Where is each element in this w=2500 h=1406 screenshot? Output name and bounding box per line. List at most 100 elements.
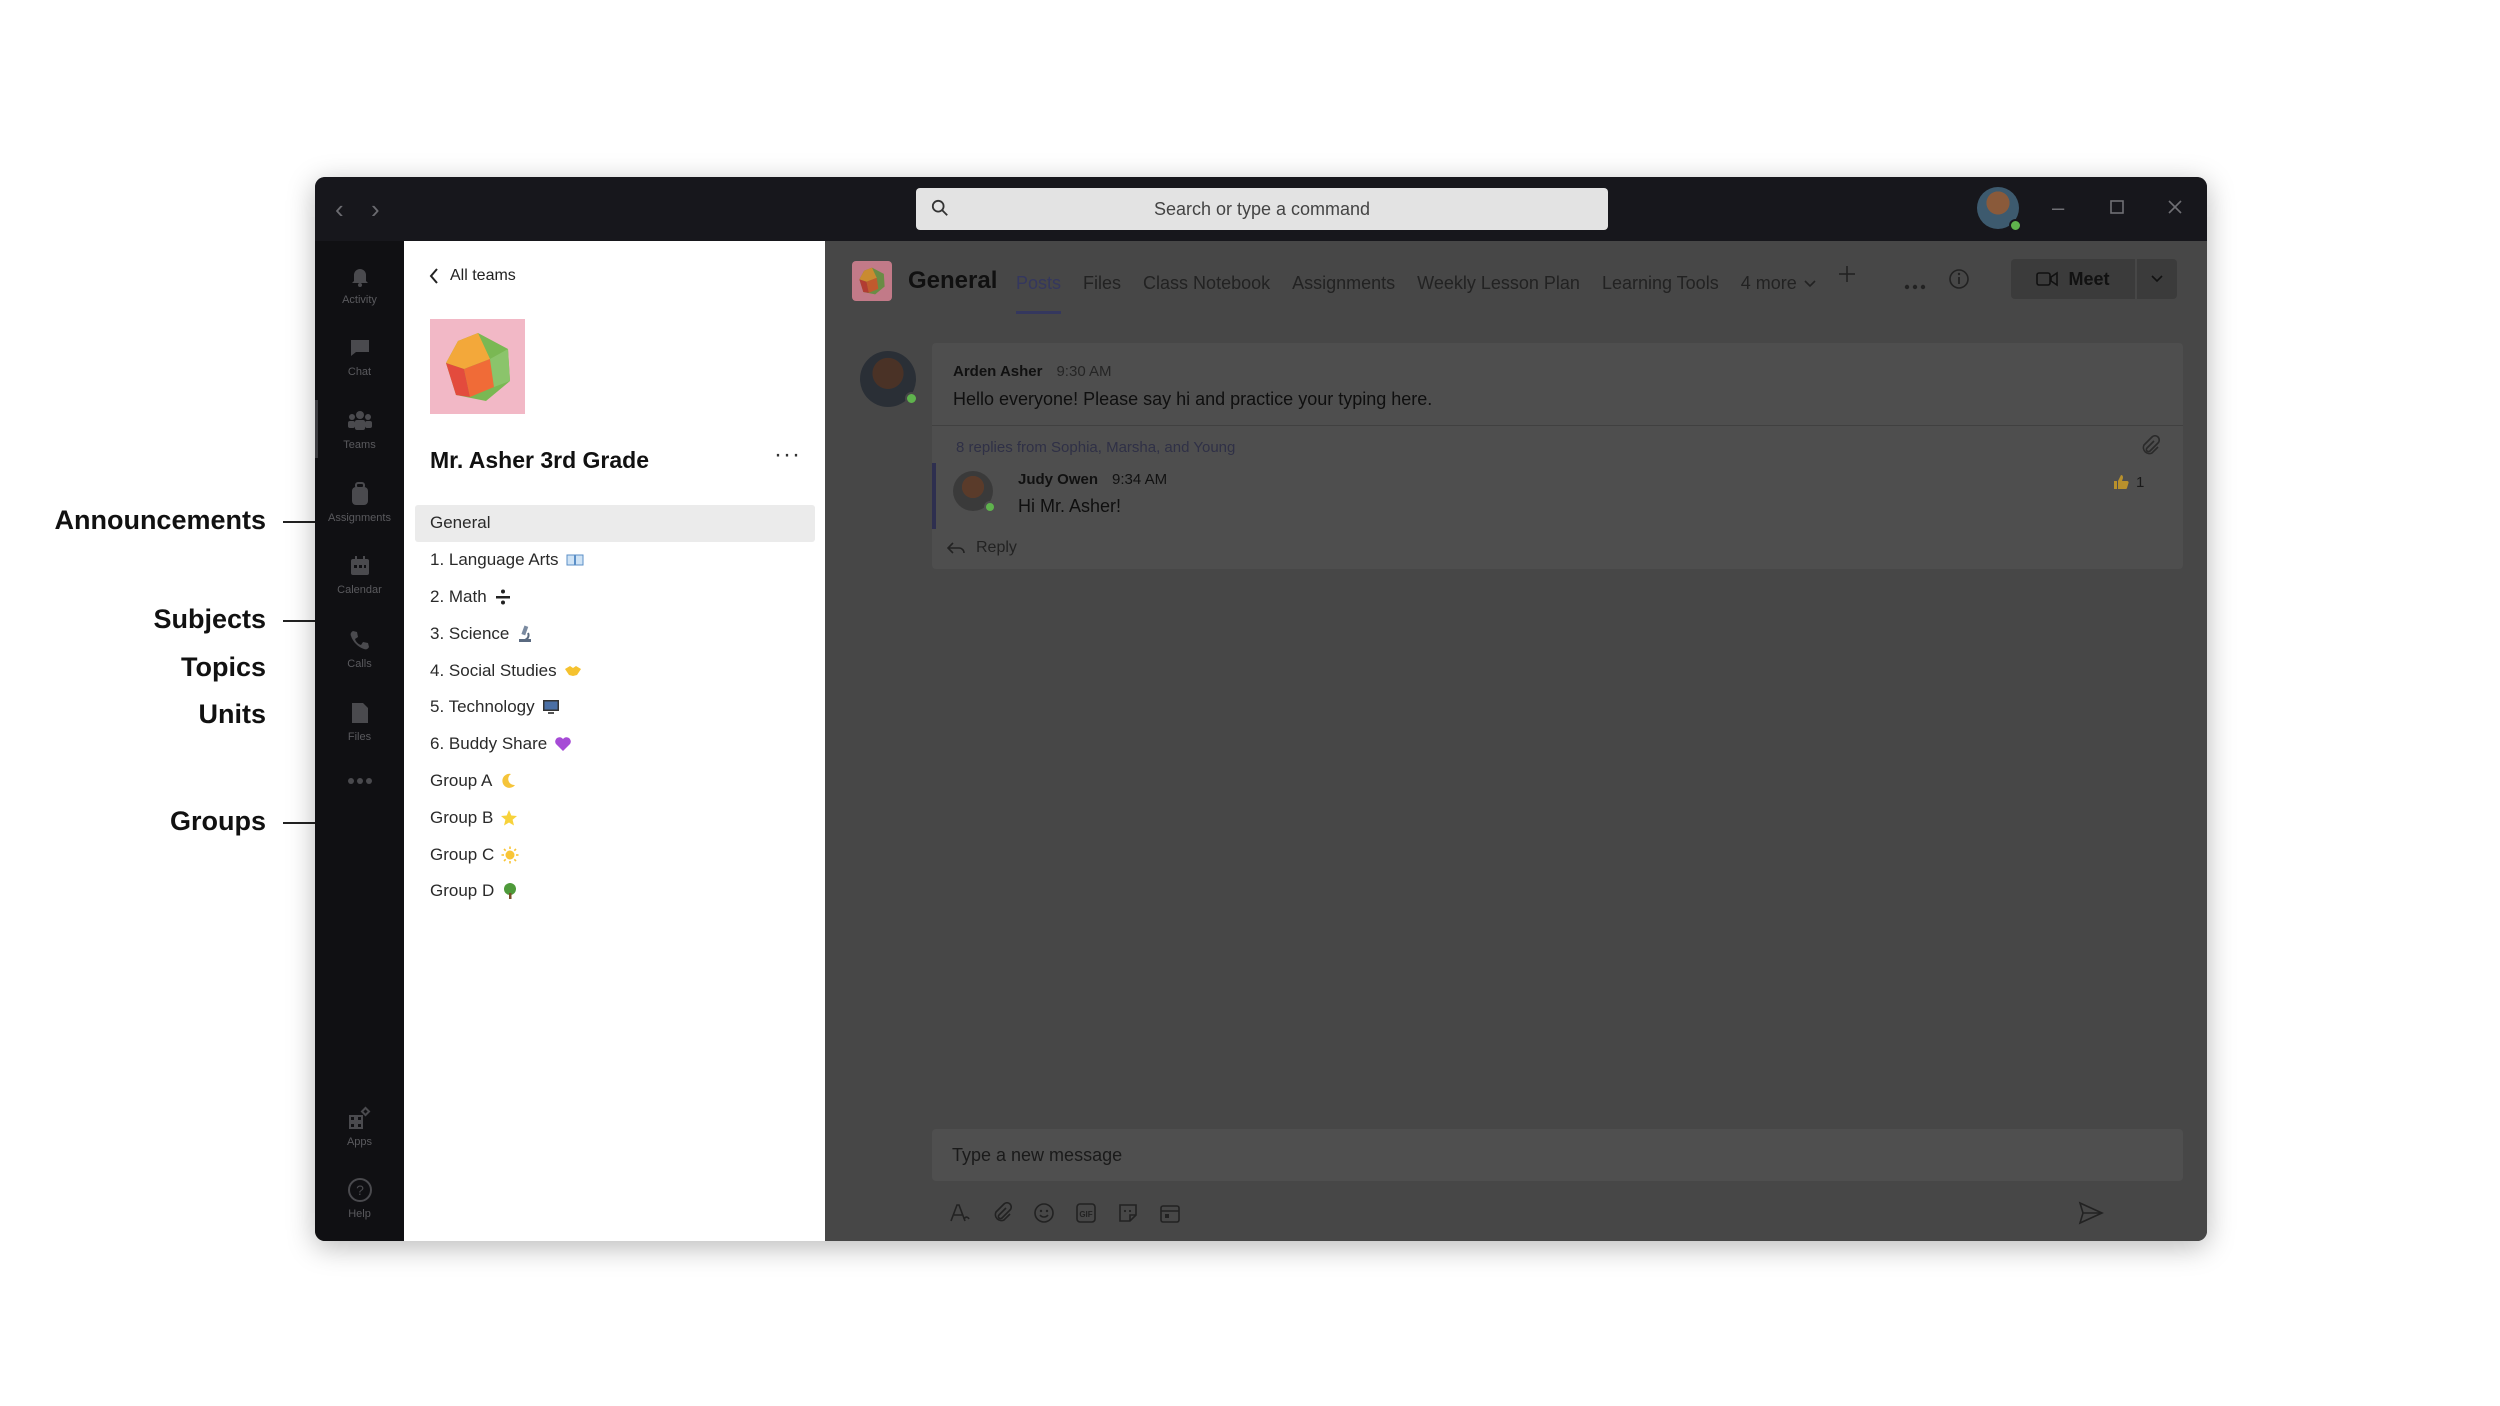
channel-label: 3. Science (430, 623, 510, 643)
compose-toolbar: GIF (948, 1201, 1182, 1225)
schedule-meeting-icon[interactable] (1158, 1201, 1182, 1225)
backpack-icon (346, 480, 374, 508)
channel-item-group-d[interactable]: Group D (415, 873, 815, 910)
rail-label: Files (347, 731, 372, 743)
rail-item-assignments[interactable]: Assignments (315, 467, 404, 537)
tab-posts[interactable]: Posts (1016, 273, 1062, 314)
all-teams-label: All teams (450, 267, 516, 284)
divide-icon (495, 589, 510, 605)
channel-item-language-arts[interactable]: 1. Language Arts (415, 542, 815, 579)
send-button[interactable] (2078, 1201, 2104, 1230)
rail-item-apps[interactable]: Apps (315, 1091, 404, 1161)
message-compose-input[interactable]: Type a new message (932, 1129, 2183, 1181)
more-options-icon[interactable] (1904, 277, 1926, 295)
handshake-icon (564, 665, 581, 676)
tab-assignments[interactable]: Assignments (1292, 273, 1395, 294)
search-placeholder: Search or type a command (1153, 198, 1371, 219)
svg-text:?: ? (356, 1182, 364, 1198)
close-icon[interactable] (2167, 193, 2183, 223)
rail-item-help[interactable]: ? Help (315, 1163, 404, 1233)
forward-arrow-icon[interactable]: › (371, 195, 380, 223)
sticker-icon[interactable] (1116, 1201, 1140, 1225)
channel-item-buddy-share[interactable]: 6. Buddy Share (415, 726, 815, 763)
minimize-icon[interactable]: – (2052, 193, 2064, 223)
all-teams-link[interactable]: All teams (428, 267, 516, 285)
help-icon: ? (346, 1176, 374, 1204)
channel-label: 2. Math (430, 586, 487, 606)
channel-label: Group B (430, 807, 494, 827)
avatar[interactable] (953, 471, 996, 513)
post-time: 9:30 AM (1056, 363, 1112, 380)
file-icon (346, 699, 374, 727)
phone-icon (346, 626, 374, 654)
rail-label: Teams (343, 439, 376, 451)
paperclip-icon[interactable] (2140, 434, 2161, 462)
reply-time: 9:34 AM (1112, 471, 1168, 488)
divider (932, 425, 2183, 426)
rail-item-teams[interactable]: Teams (315, 394, 404, 464)
rail-item-activity[interactable]: Activity (315, 249, 404, 319)
user-avatar[interactable] (1977, 187, 2022, 232)
tab-weekly-lesson-plan[interactable]: Weekly Lesson Plan (1417, 273, 1580, 294)
tab-files[interactable]: Files (1083, 273, 1121, 294)
emoji-icon[interactable] (1032, 1201, 1056, 1225)
channel-label: 1. Language Arts (430, 550, 559, 570)
post-text: Hello everyone! Please say hi and practi… (953, 389, 1433, 409)
rail-more-button[interactable] (315, 746, 404, 816)
presence-available-icon (905, 392, 918, 405)
sun-icon (501, 846, 519, 864)
reply-button[interactable]: Reply (946, 539, 1017, 557)
attach-icon[interactable] (990, 1201, 1014, 1225)
back-arrow-icon[interactable]: ‹ (335, 195, 344, 223)
tab-more[interactable]: 4 more (1741, 273, 1817, 294)
computer-icon (542, 700, 559, 715)
tab-learning-tools[interactable]: Learning Tools (1602, 273, 1719, 294)
channel-item-general[interactable]: General (415, 505, 815, 542)
rail-label: Calls (347, 658, 372, 670)
chevron-down-icon (2151, 275, 2163, 283)
moon-icon (502, 773, 516, 788)
channel-item-group-a[interactable]: Group A (415, 763, 815, 800)
team-more-options-icon[interactable]: ··· (774, 441, 801, 469)
team-name: Mr. Asher 3rd Grade (430, 447, 650, 473)
post-meta: Arden Asher 9:30 AM (953, 363, 1112, 380)
channel-item-group-b[interactable]: Group B (415, 799, 815, 836)
channel-title: General (908, 267, 998, 294)
compose-placeholder: Type a new message (952, 1144, 1123, 1165)
reaction-count: 1 (2136, 473, 2145, 491)
channel-item-social-studies[interactable]: 4. Social Studies (415, 652, 815, 689)
channel-item-math[interactable]: 2. Math (415, 579, 815, 616)
gif-icon[interactable]: GIF (1074, 1201, 1098, 1225)
info-icon[interactable] (1948, 268, 1970, 295)
thumbs-up-icon (2114, 475, 2129, 489)
reply-arrow-icon (946, 542, 965, 554)
avatar[interactable] (860, 351, 918, 407)
reaction-like[interactable]: 1 (2112, 473, 2144, 491)
meet-dropdown-button[interactable] (2137, 259, 2177, 299)
ellipsis-icon (346, 767, 374, 795)
team-logo (430, 319, 525, 414)
maximize-icon[interactable] (2109, 193, 2125, 223)
rail-label: Chat (347, 366, 372, 378)
channel-label: Group C (430, 844, 495, 864)
tab-class-notebook[interactable]: Class Notebook (1143, 273, 1270, 294)
replies-summary-link[interactable]: 8 replies from Sophia, Marsha, and Young (956, 439, 1235, 456)
search-input[interactable]: Search or type a command (916, 188, 1608, 230)
reply-accent-bar (932, 463, 936, 529)
teams-icon (346, 407, 374, 435)
channel-item-science[interactable]: 3. Science (415, 615, 815, 652)
meet-label: Meet (2068, 268, 2110, 289)
channel-item-group-c[interactable]: Group C (415, 836, 815, 873)
bell-icon (346, 262, 374, 290)
channel-header: General Posts Files Class Notebook Assig… (825, 241, 2207, 325)
rail-label: Assignments (328, 512, 391, 524)
format-icon[interactable] (948, 1201, 972, 1225)
channel-item-technology[interactable]: 5. Technology (415, 689, 815, 726)
channel-tabs: Posts Files Class Notebook Assignments W… (1016, 273, 1817, 314)
add-tab-icon[interactable] (1836, 263, 1858, 290)
rail-item-calls[interactable]: Calls (315, 613, 404, 683)
meet-button[interactable]: Meet (2011, 259, 2135, 299)
rail-label: Help (348, 1208, 371, 1220)
rail-item-chat[interactable]: Chat (315, 321, 404, 391)
rail-item-calendar[interactable]: Calendar (315, 539, 404, 609)
